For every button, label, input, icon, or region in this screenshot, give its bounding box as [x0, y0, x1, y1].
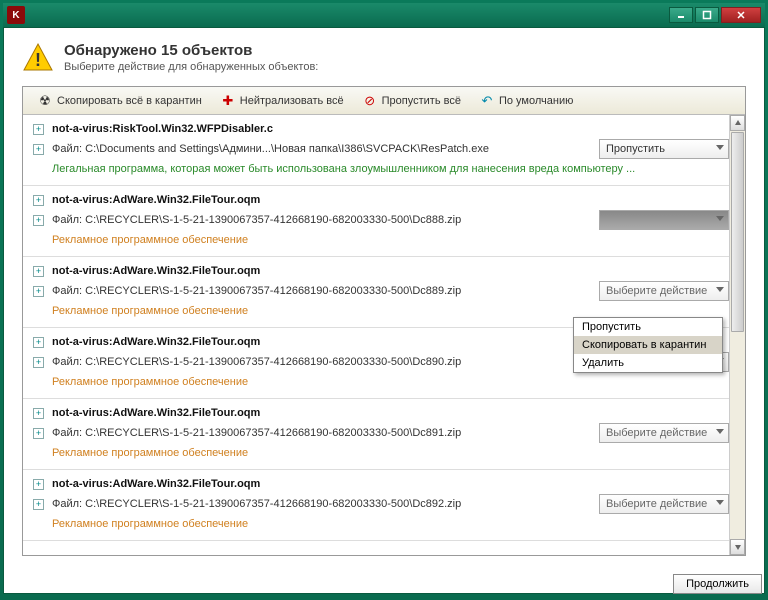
- item-header-row: + not-a-virus:AdWare.Win32.FileTour.oqm: [33, 407, 729, 419]
- threat-name: not-a-virus:AdWare.Win32.FileTour.oqm: [52, 407, 260, 419]
- detection-item: + not-a-virus:AdWare.Win32.FileTour.oqm + Ф…: [23, 470, 743, 541]
- item-path-row: + Файл: C:\RECYCLER\S-1-5-21-1390067357-4…: [33, 281, 729, 301]
- item-header-row: + not-a-virus:RiskTool.Win32.WFPDisabler.…: [33, 123, 729, 135]
- undo-icon: ↶: [479, 93, 495, 109]
- threat-name: not-a-virus:AdWare.Win32.FileTour.oqm: [52, 265, 260, 277]
- quarantine-all-button[interactable]: ☢ Скопировать всё в карантин: [29, 90, 210, 112]
- expand-icon[interactable]: +: [33, 499, 44, 510]
- threat-description: Рекламное программное обеспечение: [33, 305, 729, 317]
- file-path: Файл: C:\RECYCLER\S-1-5-21-1390067357-41…: [52, 498, 591, 510]
- expand-icon[interactable]: +: [33, 195, 44, 206]
- threat-description: Рекламное программное обеспечение: [33, 234, 729, 246]
- item-header-row: + not-a-virus:AdWare.Win32.FileTour.oqm: [33, 265, 729, 277]
- item-header-row: + not-a-virus:AdWare.Win32.FileTour.oqm: [33, 478, 729, 490]
- header-text: Обнаружено 15 объектов Выберите действие…: [64, 42, 318, 74]
- vertical-scrollbar[interactable]: [729, 115, 745, 555]
- app-logo-icon: K: [7, 6, 25, 24]
- threat-description: Легальная программа, которая может быть …: [33, 163, 729, 175]
- medical-icon: ✚: [220, 93, 236, 109]
- page-title: Обнаружено 15 объектов: [64, 42, 318, 59]
- action-dropdown-menu: Пропустить Скопировать в карантин Удалит…: [573, 317, 723, 373]
- detection-list-box: ☢ Скопировать всё в карантин ✚ Нейтрализ…: [22, 86, 746, 556]
- skip-all-button[interactable]: ⊘ Пропустить всё: [354, 90, 469, 112]
- detection-item: + not-a-virus:RiskTool.Win32.WFPDisabler.…: [23, 115, 743, 186]
- close-button[interactable]: [721, 7, 761, 23]
- threat-name: not-a-virus:AdWare.Win32.FileTour.oqm: [52, 336, 260, 348]
- expand-icon[interactable]: +: [33, 266, 44, 277]
- titlebar: K: [3, 3, 765, 27]
- expand-icon[interactable]: +: [33, 215, 44, 226]
- action-select[interactable]: [599, 210, 729, 230]
- minimize-button[interactable]: [669, 7, 693, 23]
- footer: Продолжить: [673, 574, 762, 594]
- file-path: Файл: C:\RECYCLER\S-1-5-21-1390067357-41…: [52, 214, 591, 226]
- threat-description: Рекламное программное обеспечение: [33, 518, 729, 530]
- warning-icon: !: [22, 42, 54, 74]
- file-path: Файл: C:\RECYCLER\S-1-5-21-1390067357-41…: [52, 356, 591, 368]
- page-subtitle: Выберите действие для обнаруженных объек…: [64, 61, 318, 73]
- threat-description: Рекламное программное обеспечение: [33, 447, 729, 459]
- radiation-icon: ☢: [37, 93, 53, 109]
- content-area: ! Обнаружено 15 объектов Выберите действ…: [3, 27, 765, 594]
- file-path: Файл: C:\Documents and Settings\Админи..…: [52, 143, 591, 155]
- dropdown-option-skip[interactable]: Пропустить: [574, 318, 722, 336]
- item-path-row: + Файл: C:\RECYCLER\S-1-5-21-1390067357-4…: [33, 210, 729, 230]
- threat-description: Рекламное программное обеспечение: [33, 376, 729, 388]
- expand-icon[interactable]: +: [33, 357, 44, 368]
- maximize-button[interactable]: [695, 7, 719, 23]
- item-path-row: + Файл: C:\Documents and Settings\Админи.…: [33, 139, 729, 159]
- scroll-thumb[interactable]: [731, 132, 744, 332]
- item-path-row: + Файл: C:\RECYCLER\S-1-5-21-1390067357-4…: [33, 423, 729, 443]
- app-window: K ! Обнаружено 15 объектов Выберите дейс…: [0, 0, 768, 600]
- scroll-down-button[interactable]: [730, 539, 745, 555]
- neutralize-all-button[interactable]: ✚ Нейтрализовать всё: [212, 90, 352, 112]
- expand-icon[interactable]: +: [33, 286, 44, 297]
- toolbar: ☢ Скопировать всё в карантин ✚ Нейтрализ…: [23, 87, 745, 115]
- file-path: Файл: C:\RECYCLER\S-1-5-21-1390067357-41…: [52, 285, 591, 297]
- continue-button[interactable]: Продолжить: [673, 574, 762, 594]
- item-header-row: + not-a-virus:AdWare.Win32.FileTour.oqm: [33, 194, 729, 206]
- action-select[interactable]: Выберите действие: [599, 423, 729, 443]
- threat-name: not-a-virus:RiskTool.Win32.WFPDisabler.c: [52, 123, 273, 135]
- expand-icon[interactable]: +: [33, 428, 44, 439]
- chevron-down-icon: [716, 500, 724, 505]
- chevron-down-icon: [716, 216, 724, 221]
- toolbar-label: Нейтрализовать всё: [240, 95, 344, 107]
- expand-icon[interactable]: +: [33, 124, 44, 135]
- svg-text:!: !: [35, 50, 41, 70]
- expand-icon[interactable]: +: [33, 337, 44, 348]
- file-path: Файл: C:\RECYCLER\S-1-5-21-1390067357-41…: [52, 427, 591, 439]
- dropdown-option-quarantine[interactable]: Скопировать в карантин: [574, 336, 722, 354]
- chevron-down-icon: [716, 145, 724, 150]
- header: ! Обнаружено 15 объектов Выберите действ…: [22, 42, 746, 74]
- window-controls: [669, 7, 761, 23]
- chevron-down-icon: [716, 287, 724, 292]
- threat-name: not-a-virus:AdWare.Win32.FileTour.oqm: [52, 194, 260, 206]
- prohibit-icon: ⊘: [362, 93, 378, 109]
- item-path-row: + Файл: C:\RECYCLER\S-1-5-21-1390067357-4…: [33, 494, 729, 514]
- toolbar-label: По умолчанию: [499, 95, 573, 107]
- threat-name: not-a-virus:AdWare.Win32.FileTour.oqm: [52, 478, 260, 490]
- action-select[interactable]: Выберите действие: [599, 494, 729, 514]
- expand-icon[interactable]: +: [33, 479, 44, 490]
- default-button[interactable]: ↶ По умолчанию: [471, 90, 581, 112]
- toolbar-label: Скопировать всё в карантин: [57, 95, 202, 107]
- toolbar-label: Пропустить всё: [382, 95, 461, 107]
- scroll-up-button[interactable]: [730, 115, 745, 131]
- chevron-down-icon: [716, 429, 724, 434]
- expand-icon[interactable]: +: [33, 144, 44, 155]
- action-select[interactable]: Пропустить: [599, 139, 729, 159]
- dropdown-option-delete[interactable]: Удалить: [574, 354, 722, 372]
- expand-icon[interactable]: +: [33, 408, 44, 419]
- detection-item: + not-a-virus:AdWare.Win32.FileTour.oqm + Ф…: [23, 399, 743, 470]
- detection-item: + not-a-virus:AdWare.Win32.FileTour.oqm + Ф…: [23, 186, 743, 257]
- action-select[interactable]: Выберите действие: [599, 281, 729, 301]
